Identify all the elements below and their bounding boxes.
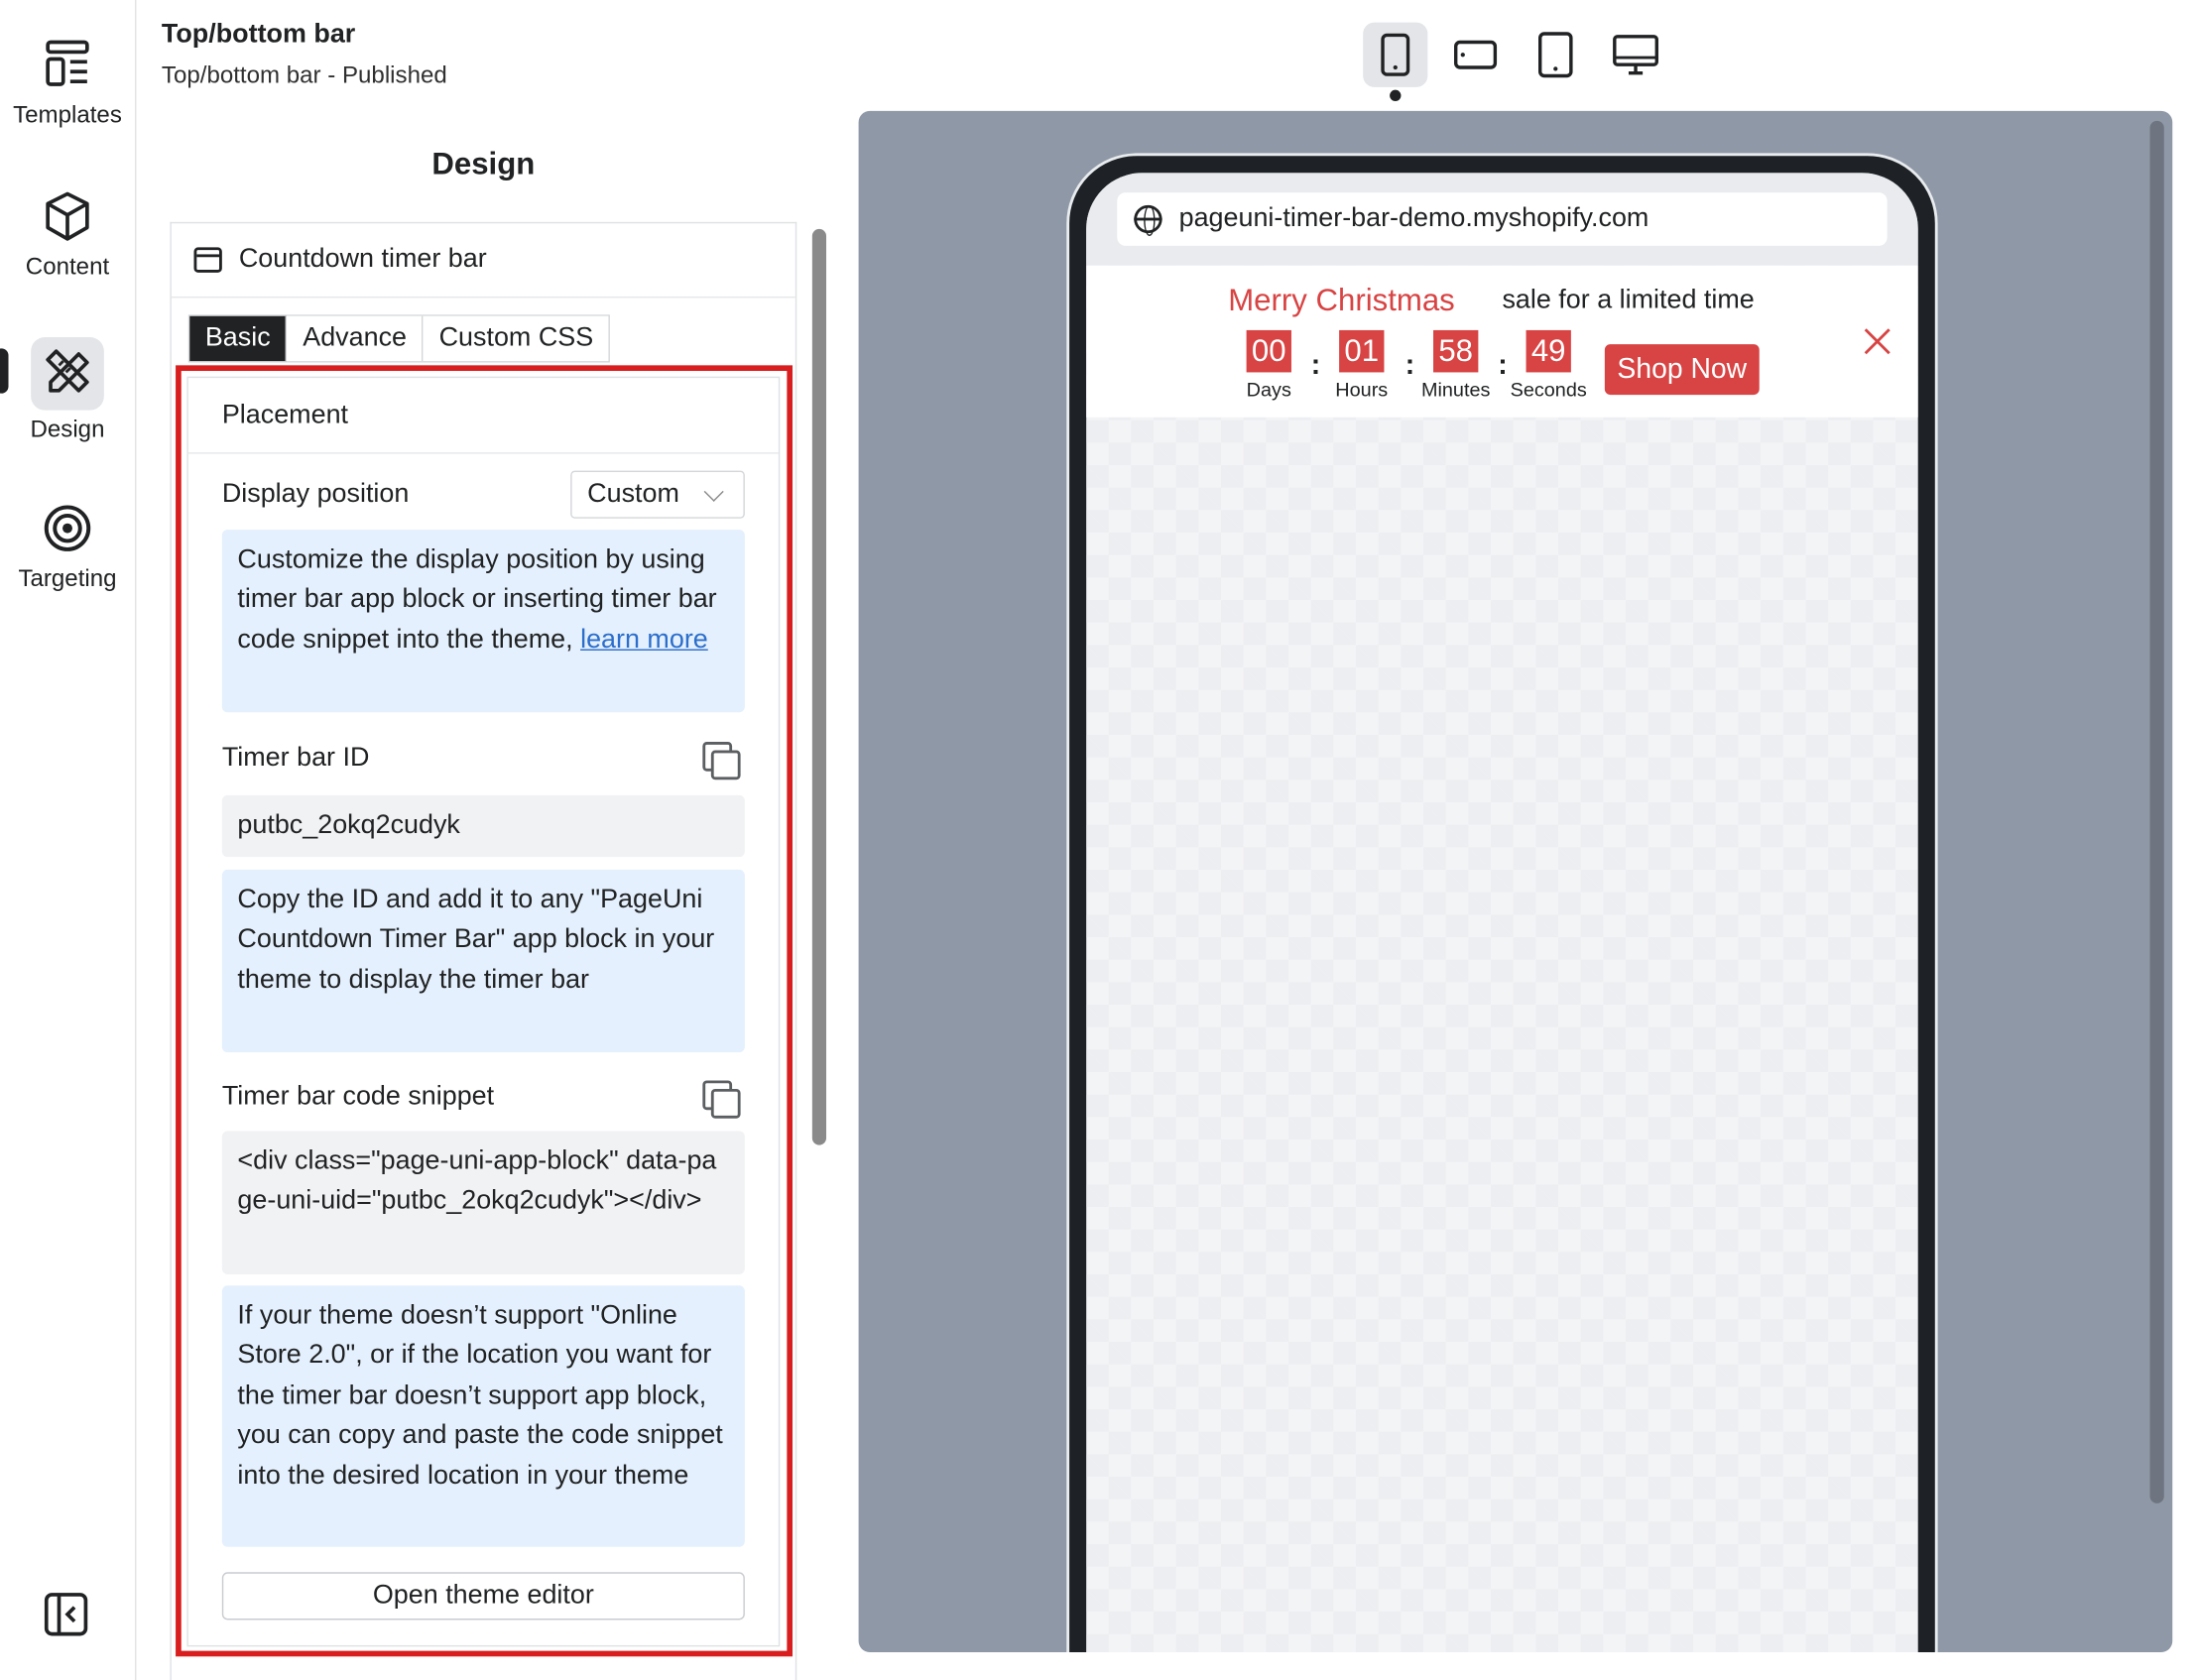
chevron-down-icon — [703, 481, 724, 502]
snippet-note: If your theme doesn’t support "Online St… — [221, 1285, 745, 1547]
code-snippet-label: Timer bar code snippet — [221, 1081, 495, 1112]
tab-custom-css[interactable]: Custom CSS — [424, 315, 609, 362]
url-text: pageuni-timer-bar-demo.myshopify.com — [1178, 203, 1649, 234]
display-position-label: Display position — [221, 479, 410, 509]
section-title: Countdown timer bar — [238, 244, 487, 275]
mobile-icon — [1381, 33, 1410, 76]
panel-scrollbar[interactable] — [811, 228, 827, 1145]
display-position-select[interactable]: Custom — [570, 470, 745, 519]
globe-icon — [1134, 204, 1162, 237]
browser-bar: pageuni-timer-bar-demo.myshopify.com — [1086, 173, 1918, 266]
left-nav: Templates Content Design Targeting — [0, 0, 137, 1680]
tab-bar: Basic Advance Custom CSS — [187, 314, 611, 363]
countdown-timer-bar: Merry Christmas sale for a limited time … — [1086, 265, 1918, 418]
shop-now-button[interactable]: Shop Now — [1604, 344, 1760, 396]
page-subtitle: Top/bottom bar - Published — [161, 61, 447, 89]
app-root: Templates Content Design Targeting Top/b… — [0, 0, 2198, 1680]
placement-title: Placement — [187, 378, 779, 454]
nav-item-label: Templates — [13, 101, 122, 128]
target-icon — [40, 500, 96, 556]
templates-icon — [40, 37, 96, 93]
minutes-label: Minutes — [1420, 378, 1491, 401]
tablet-icon — [1538, 32, 1573, 78]
page-title: Top/bottom bar — [161, 19, 356, 50]
device-tablet[interactable] — [1524, 23, 1588, 87]
days-label: Days — [1246, 378, 1291, 401]
timer-bar-id-label: Timer bar ID — [221, 743, 370, 774]
device-switcher — [1363, 22, 1667, 87]
window-icon — [193, 247, 222, 273]
design-pencil-ruler-icon — [31, 337, 104, 411]
timer-bar-id-field[interactable]: putbc_2okq2cudyk — [221, 794, 745, 858]
device-mobile[interactable] — [1363, 22, 1428, 87]
display-position-value: Custom — [587, 479, 679, 509]
copy-id-icon[interactable] — [702, 742, 741, 780]
seconds-value: 49 — [1526, 329, 1571, 373]
phone-frame: pageuni-timer-bar-demo.myshopify.com Mer… — [1066, 153, 1938, 1653]
nav-item-label: Content — [25, 253, 110, 280]
tab-advance[interactable]: Advance — [287, 315, 425, 362]
design-heading: Design — [431, 146, 536, 181]
timer-message: sale for a limited time — [1502, 285, 1755, 315]
active-device-indicator — [1390, 89, 1402, 102]
hours-label: Hours — [1335, 378, 1389, 401]
id-note: Copy the ID and add it to any "PageUni C… — [221, 869, 745, 1053]
nav-item-design[interactable]: Design — [0, 337, 135, 444]
copy-snippet-icon[interactable] — [702, 1080, 741, 1119]
url-field: pageuni-timer-bar-demo.myshopify.com — [1117, 192, 1888, 246]
preview-scrollbar[interactable] — [2149, 120, 2164, 1503]
device-desktop[interactable] — [1603, 23, 1667, 87]
nav-item-templates[interactable]: Templates — [0, 37, 135, 130]
learn-more-link[interactable]: learn more — [580, 625, 708, 655]
open-theme-editor-button[interactable]: Open theme editor — [221, 1572, 745, 1620]
code-snippet-field[interactable]: <div class="page-uni-app-block" data-pag… — [221, 1131, 745, 1274]
timer-headline: Merry Christmas — [1228, 282, 1455, 318]
days-value: 00 — [1246, 329, 1291, 373]
collapse-sidebar-icon[interactable] — [43, 1591, 90, 1638]
preview-stage: pageuni-timer-bar-demo.myshopify.com Mer… — [858, 110, 2173, 1653]
nav-item-label: Targeting — [18, 564, 117, 592]
custom-position-note: Customize the display position by using … — [221, 530, 745, 713]
device-mobile-landscape[interactable] — [1443, 23, 1508, 87]
phone-screen: pageuni-timer-bar-demo.myshopify.com Mer… — [1086, 173, 1918, 1653]
seconds-label: Seconds — [1510, 378, 1587, 401]
nav-item-content[interactable]: Content — [0, 188, 135, 282]
nav-item-label: Design — [30, 416, 105, 443]
desktop-icon — [1613, 35, 1658, 75]
close-icon[interactable] — [1864, 327, 1892, 355]
cube-icon — [40, 188, 96, 245]
mobile-landscape-icon — [1454, 40, 1498, 69]
section-header[interactable]: Countdown timer bar — [171, 223, 795, 299]
placement-card: Placement Display position Custom Custom… — [186, 376, 781, 1647]
minutes-value: 58 — [1433, 329, 1479, 373]
tab-basic[interactable]: Basic — [189, 315, 288, 362]
nav-item-targeting[interactable]: Targeting — [0, 500, 135, 593]
hours-value: 01 — [1339, 329, 1385, 373]
